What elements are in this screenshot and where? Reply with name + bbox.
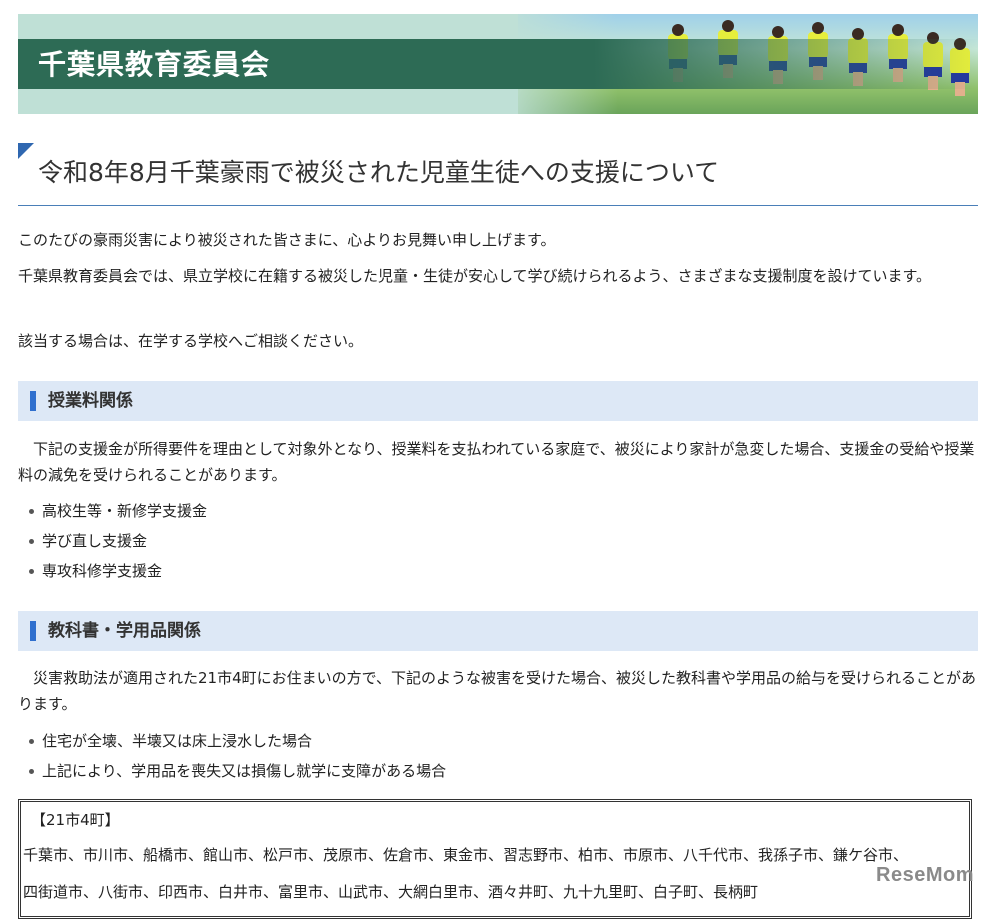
- municipality-list-line: 四街道市、八街市、印西市、白井市、富里市、山武市、大網白里市、酒々井町、九十九里…: [23, 883, 759, 901]
- section-heading-tuition: 授業料関係: [18, 381, 978, 421]
- watermark-logo: ReseMom: [876, 864, 974, 886]
- support-list: 高校生等・新修学支援金 学び直し支援金 専攻科修学支援金: [18, 496, 978, 586]
- bullet-icon: [29, 769, 34, 774]
- section-marker-icon: [30, 391, 36, 411]
- page-title-block: 令和8年8月千葉豪雨で被災された児童生徒への支援について: [18, 143, 978, 206]
- box-heading: 【21市4町】: [31, 811, 120, 829]
- intro-paragraph: このたびの豪雨災害により被災された皆さまに、心よりお見舞い申し上げます。: [18, 231, 556, 249]
- header-banner: 千葉県教育委員会: [18, 14, 978, 114]
- list-item: 専攻科修学支援金: [18, 556, 978, 586]
- municipality-list-line: 千葉市、市川市、船橋市、館山市、松戸市、茂原市、佐倉市、東金市、習志野市、柏市、…: [23, 846, 909, 864]
- list-item: 高校生等・新修学支援金: [18, 496, 978, 526]
- site-title[interactable]: 千葉県教育委員会: [38, 48, 270, 82]
- section-body: 災害救助法が適用された21市4町にお住まいの方で、下記のような被害を受けた場合、…: [18, 669, 977, 713]
- section-marker-icon: [30, 621, 36, 641]
- bullet-icon: [29, 539, 34, 544]
- page-title: 令和8年8月千葉豪雨で被災された児童生徒への支援について: [38, 158, 720, 187]
- list-item: 住宅が全壊、半壊又は床上浸水した場合: [18, 726, 978, 756]
- intro-paragraph: 千葉県教育委員会では、県立学校に在籍する被災した児童・生徒が安心して学び続けられ…: [18, 267, 932, 285]
- section-body: 下記の支援金が所得要件を理由として対象外となり、授業料を支払われている家庭で、被…: [18, 440, 975, 484]
- intro-paragraph: 該当する場合は、在学する学校へご相談ください。: [18, 332, 364, 350]
- corner-triangle-icon: [18, 143, 34, 159]
- condition-list: 住宅が全壊、半壊又は床上浸水した場合 上記により、学用品を喪失又は損傷し就学に支…: [18, 726, 978, 786]
- section-heading-label: 教科書・学用品関係: [48, 621, 201, 641]
- section-heading-label: 授業料関係: [48, 391, 133, 411]
- municipality-box: 【21市4町】 千葉市、市川市、船橋市、館山市、松戸市、茂原市、佐倉市、東金市、…: [18, 799, 972, 919]
- bullet-icon: [29, 509, 34, 514]
- section-heading-textbooks: 教科書・学用品関係: [18, 611, 978, 651]
- bullet-icon: [29, 569, 34, 574]
- bullet-icon: [29, 739, 34, 744]
- list-item: 上記により、学用品を喪失又は損傷し就学に支障がある場合: [18, 756, 978, 786]
- list-item: 学び直し支援金: [18, 526, 978, 556]
